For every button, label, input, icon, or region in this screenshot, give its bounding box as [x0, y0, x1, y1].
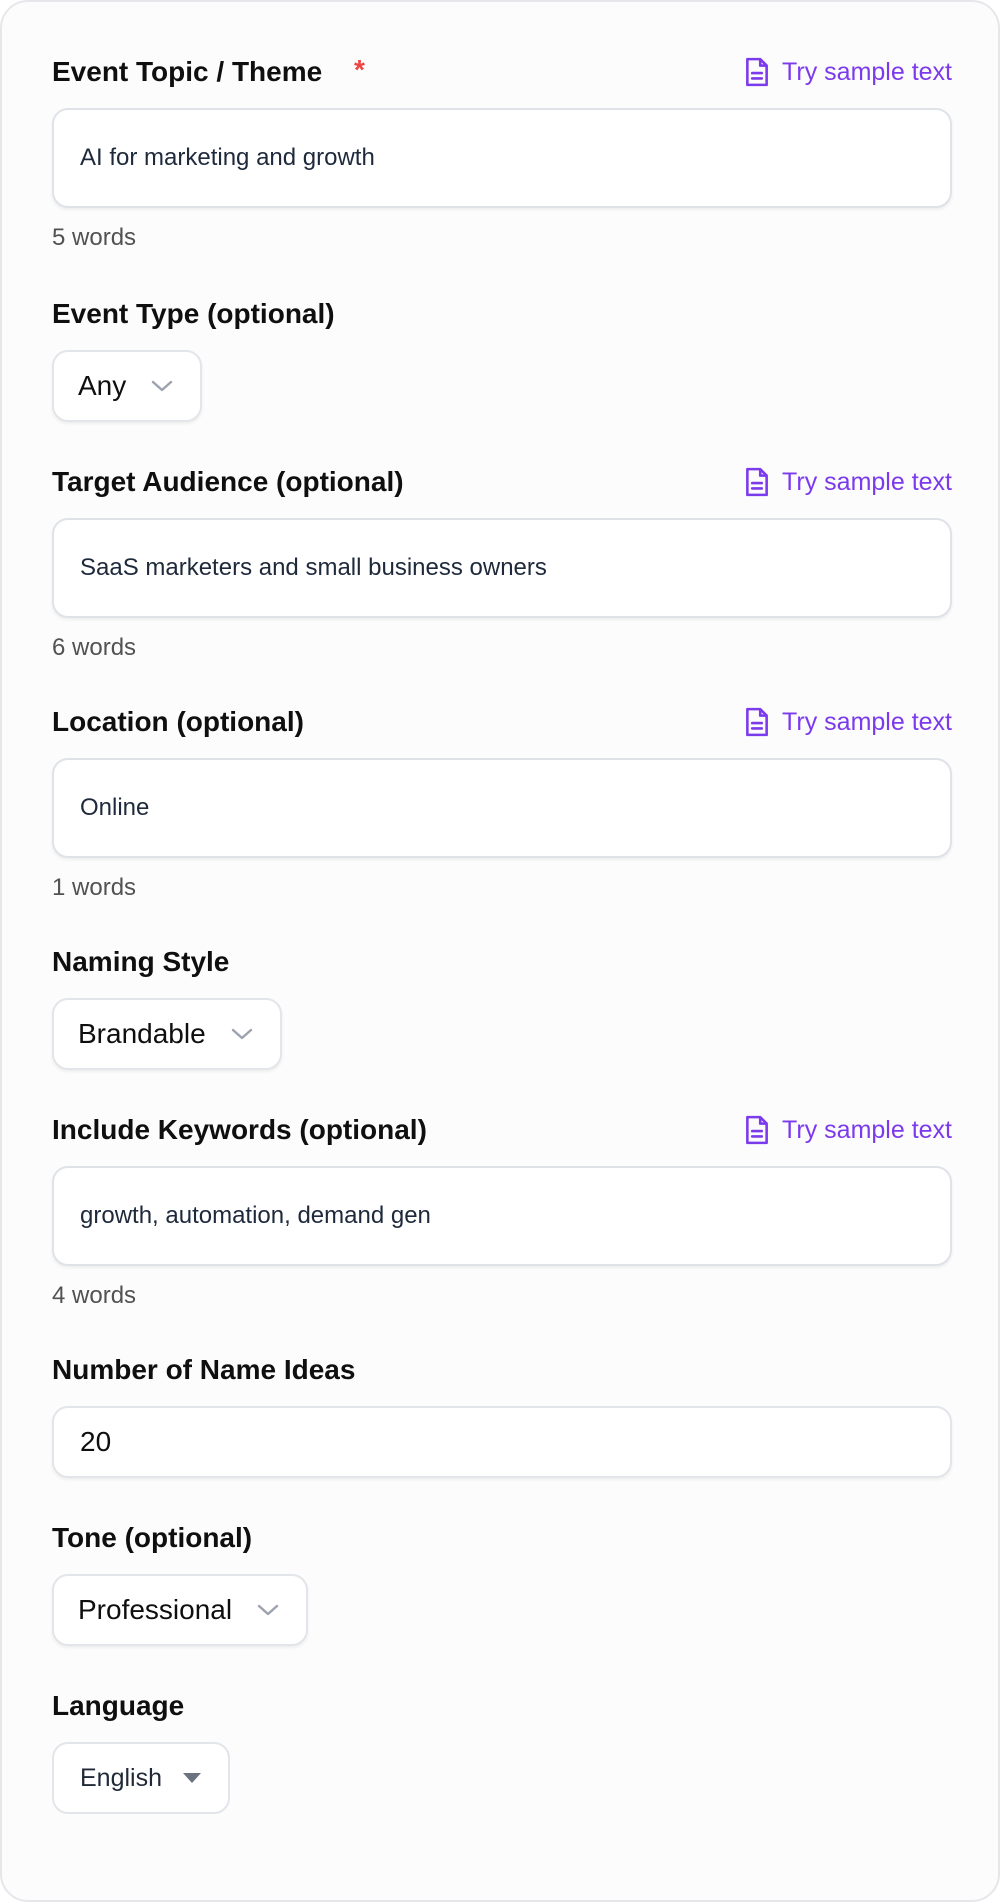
word-counter: 5 words — [52, 224, 137, 251]
location-input[interactable]: Online — [52, 758, 952, 858]
field-label: Naming Style — [52, 946, 230, 977]
include-keywords-input[interactable]: growth, automation, demand gen — [52, 1166, 952, 1266]
field-tone: Tone (optional) Professional — [52, 1518, 952, 1646]
language-select[interactable]: English — [52, 1742, 230, 1814]
field-label: Target Audience (optional) — [52, 466, 404, 497]
event-topic-value: AI for marketing and growth — [80, 144, 375, 171]
field-naming-style: Naming Style Brandable — [52, 942, 952, 1070]
word-counter: 6 words — [52, 634, 137, 661]
try-sample-text-label: Try sample text — [782, 707, 952, 736]
field-label: Number of Name Ideas — [52, 1354, 356, 1385]
naming-style-select[interactable]: Brandable — [52, 998, 282, 1070]
try-sample-text-link[interactable]: Try sample text — [744, 1110, 952, 1150]
document-icon — [746, 707, 768, 737]
include-keywords-value: growth, automation, demand gen — [80, 1202, 431, 1229]
field-location: Location (optional) Try sample text Onli… — [52, 702, 952, 904]
word-counter: 4 words — [52, 1282, 137, 1309]
field-language: Language English — [52, 1686, 952, 1814]
document-icon — [746, 57, 768, 87]
field-label: Tone (optional) — [52, 1522, 253, 1553]
form-card: Event Topic / Theme * Try sample text AI… — [0, 0, 1000, 1902]
location-value: Online — [80, 794, 150, 821]
chevron-down-icon — [257, 1604, 279, 1616]
try-sample-text-link[interactable]: Try sample text — [744, 52, 952, 92]
event-type-select[interactable]: Any — [52, 350, 203, 422]
field-number-of-ideas: Number of Name Ideas 20 — [52, 1350, 952, 1478]
target-audience-input[interactable]: SaaS marketers and small business owners — [52, 518, 952, 618]
document-icon — [746, 1115, 768, 1145]
chevron-down-icon — [152, 380, 173, 392]
field-label: Location (optional) — [52, 706, 304, 737]
field-include-keywords: Include Keywords (optional) Try sample t… — [52, 1110, 952, 1312]
field-label: Event Topic / Theme — [52, 56, 323, 87]
try-sample-text-label: Try sample text — [782, 57, 952, 86]
field-label: Event Type (optional) — [52, 298, 335, 329]
number-of-ideas-input[interactable]: 20 — [52, 1406, 952, 1478]
try-sample-text-label: Try sample text — [782, 1115, 952, 1144]
naming-style-value: Brandable — [78, 1018, 206, 1049]
caret-down-icon — [183, 1773, 201, 1783]
event-type-value: Any — [78, 370, 127, 401]
tone-select[interactable]: Professional — [52, 1574, 309, 1646]
language-value: English — [80, 1763, 162, 1792]
field-event-topic: Event Topic / Theme * Try sample text AI… — [52, 52, 952, 254]
try-sample-text-label: Try sample text — [782, 467, 952, 496]
chevron-down-icon — [231, 1028, 252, 1040]
field-target-audience: Target Audience (optional) Try sample te… — [52, 462, 952, 664]
field-label: Language — [52, 1690, 185, 1721]
number-of-ideas-value: 20 — [80, 1426, 112, 1457]
word-counter: 1 words — [52, 874, 137, 901]
field-label: Include Keywords (optional) — [52, 1114, 427, 1145]
try-sample-text-link[interactable]: Try sample text — [744, 702, 952, 742]
field-event-type: Event Type (optional) Any — [52, 294, 952, 422]
tone-value: Professional — [78, 1594, 233, 1625]
try-sample-text-link[interactable]: Try sample text — [744, 462, 952, 502]
document-icon — [746, 467, 768, 497]
event-topic-input[interactable]: AI for marketing and growth — [52, 108, 952, 208]
required-asterisk: * — [354, 54, 365, 85]
target-audience-value: SaaS marketers and small business owners — [80, 554, 547, 581]
